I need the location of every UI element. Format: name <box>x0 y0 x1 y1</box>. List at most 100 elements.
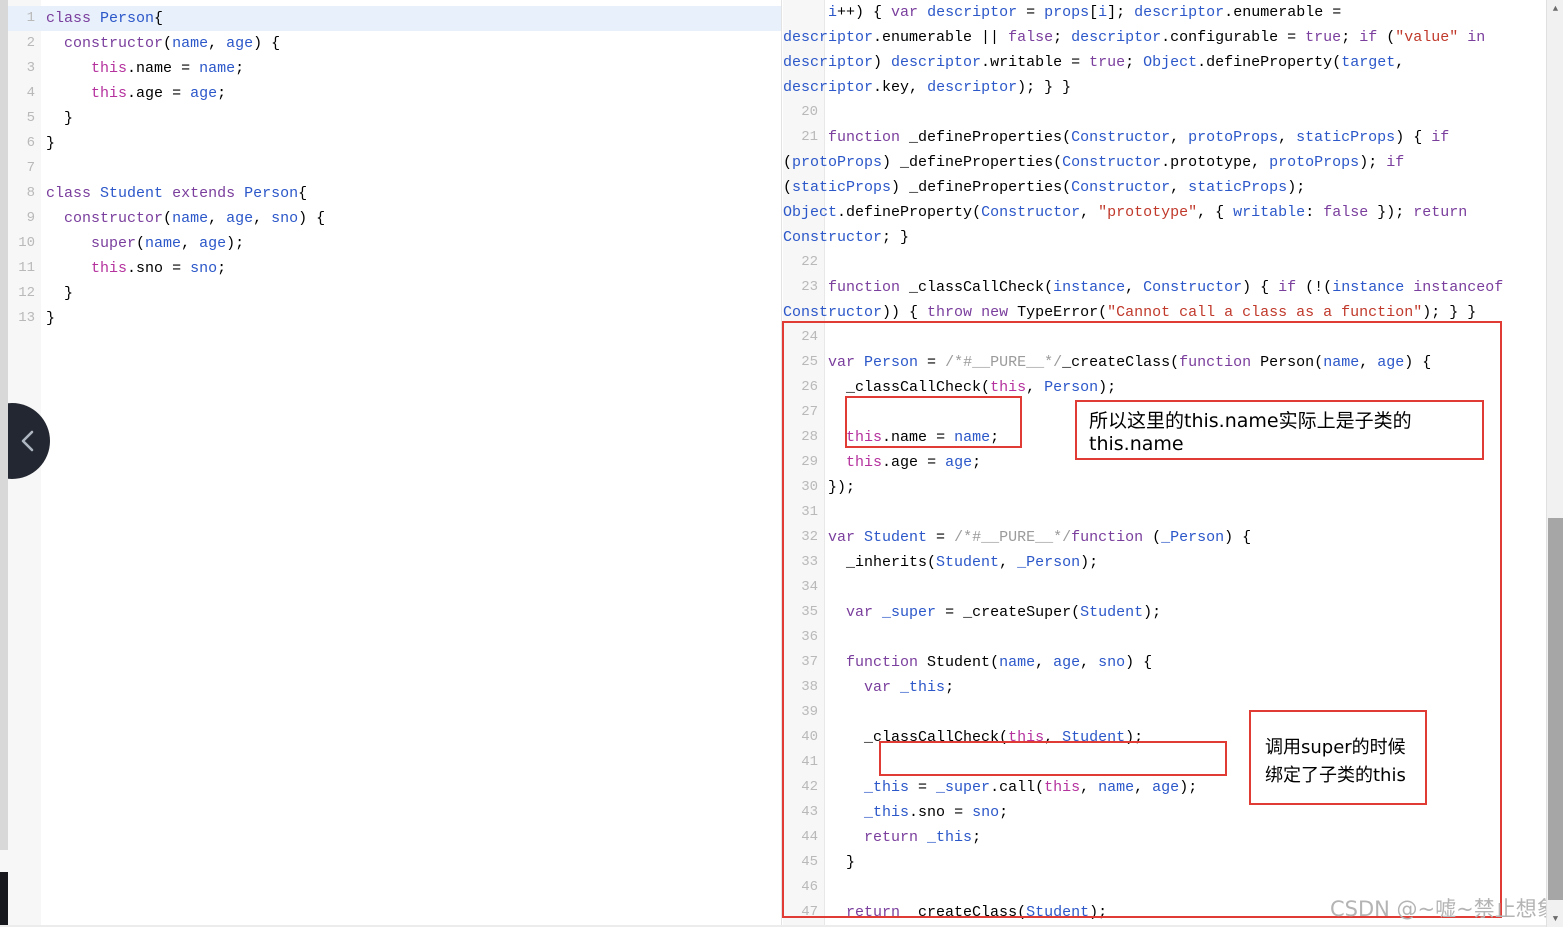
line-number: 32 <box>801 529 818 545</box>
line-number: 22 <box>801 254 818 270</box>
line-text <box>828 879 845 896</box>
line-number: 43 <box>801 804 818 820</box>
code-line[interactable]: 21 function _defineProperties(Constructor… <box>783 125 1530 250</box>
code-line[interactable]: 38 var _this; <box>783 675 1530 700</box>
line-text: } <box>46 285 74 302</box>
line-number: 11 <box>18 260 35 276</box>
line-number: 20 <box>801 104 818 120</box>
left-edge-dark-strip <box>0 872 8 927</box>
line-text: var _this; <box>864 679 955 696</box>
code-line[interactable]: 5 } <box>8 106 781 131</box>
line-text: function Student(name, age, sno) { <box>846 654 1153 671</box>
line-text <box>828 629 845 646</box>
line-text: }); <box>828 479 856 496</box>
line-text <box>828 254 845 271</box>
line-number: 34 <box>801 579 818 595</box>
csdn-watermark: CSDN @~嘘~禁止想象~ <box>1330 897 1563 921</box>
line-number: 7 <box>26 160 35 176</box>
right-scrollbar-thumb[interactable] <box>1548 518 1563 900</box>
code-line[interactable]: 33 _inherits(Student, _Person); <box>783 550 1530 575</box>
annotation-note-super-binding: 调用super的时候 绑定了子类的this <box>1249 710 1427 805</box>
code-line[interactable]: 9 constructor(name, age, sno) { <box>8 206 781 231</box>
line-number: 47 <box>801 904 818 920</box>
line-number: 23 <box>801 279 818 295</box>
line-text: _this.sno = sno; <box>864 804 1009 821</box>
right-scrollbar[interactable]: ▲ ▼ <box>1546 0 1563 927</box>
line-number: 12 <box>18 285 35 301</box>
code-line[interactable]: 20 <box>783 100 1530 125</box>
line-number: 13 <box>18 310 35 326</box>
code-line[interactable]: 11 this.sno = sno; <box>8 256 781 281</box>
code-line[interactable]: 34 <box>783 575 1530 600</box>
code-line[interactable]: 1 class Person{ <box>8 6 781 31</box>
code-line[interactable]: i++) { var descriptor = props[i]; descri… <box>783 0 1530 100</box>
line-number: 33 <box>801 554 818 570</box>
line-text <box>828 579 845 596</box>
code-line[interactable]: 45 } <box>783 850 1530 875</box>
code-line[interactable]: 7 <box>8 156 781 181</box>
code-line[interactable]: 36 <box>783 625 1530 650</box>
line-number: 26 <box>801 379 818 395</box>
line-text <box>828 754 845 771</box>
line-number: 37 <box>801 654 818 670</box>
line-number: 2 <box>26 35 35 51</box>
line-number: 40 <box>801 729 818 745</box>
code-line[interactable]: 8 class Student extends Person{ <box>8 181 781 206</box>
line-number: 36 <box>801 629 818 645</box>
source-es6-editor[interactable]: 1 class Person{2 constructor(name, age) {… <box>8 0 782 927</box>
line-text <box>828 104 845 121</box>
code-line[interactable]: 24 <box>783 325 1530 350</box>
code-line[interactable]: 44 return _this; <box>783 825 1530 850</box>
left-code-lines[interactable]: 1 class Person{2 constructor(name, age) {… <box>8 6 781 331</box>
line-text: } <box>46 110 74 127</box>
code-line[interactable]: 35 var _super = _createSuper(Student); <box>783 600 1530 625</box>
line-text: return _createClass(Student); <box>846 904 1108 921</box>
line-number: 21 <box>801 129 818 145</box>
line-text: class Student extends Person{ <box>46 185 308 202</box>
line-number: 28 <box>801 429 818 445</box>
line-text: constructor(name, age) { <box>64 35 281 52</box>
collapse-panel-button[interactable] <box>8 403 50 479</box>
code-line[interactable]: 22 <box>783 250 1530 275</box>
code-line[interactable]: 13} <box>8 306 781 331</box>
line-text <box>828 404 845 421</box>
code-line[interactable]: 25 var Person = /*#__PURE__*/_createClass… <box>783 350 1530 375</box>
line-text: constructor(name, age, sno) { <box>64 210 326 227</box>
line-number: 45 <box>801 854 818 870</box>
line-text: var _super = _createSuper(Student); <box>846 604 1162 621</box>
code-line[interactable]: 32 var Student = /*#__PURE__*/function (_… <box>783 525 1530 550</box>
code-line[interactable]: 30}); <box>783 475 1530 500</box>
line-number: 25 <box>801 354 818 370</box>
line-number: 44 <box>801 829 818 845</box>
line-number: 39 <box>801 704 818 720</box>
line-text: var Person = /*#__PURE__*/_createClass(f… <box>828 354 1432 371</box>
annotation-note-this-name: 所以这里的this.name实际上是子类的this.name <box>1075 400 1484 460</box>
code-line[interactable]: 4 this.age = age; <box>8 81 781 106</box>
code-line[interactable]: 10 super(name, age); <box>8 231 781 256</box>
line-text: this.age = age; <box>91 85 227 102</box>
code-line[interactable]: 6} <box>8 131 781 156</box>
line-text: super(name, age); <box>91 235 245 252</box>
line-text: this.name = name; <box>846 429 1000 446</box>
code-line[interactable]: 2 constructor(name, age) { <box>8 31 781 56</box>
code-line[interactable]: 12 } <box>8 281 781 306</box>
line-text: _inherits(Student, _Person); <box>846 554 1099 571</box>
left-edge-scrollbar-thumb[interactable] <box>0 0 8 850</box>
code-line[interactable]: 26 _classCallCheck(this, Person); <box>783 375 1530 400</box>
annotation-line-1: 调用super的时候 <box>1265 737 1406 758</box>
line-number: 35 <box>801 604 818 620</box>
left-edge-scrollbar[interactable] <box>0 0 8 927</box>
code-line[interactable]: 23 function _classCallCheck(instance, Con… <box>783 275 1530 325</box>
code-line[interactable]: 3 this.name = name; <box>8 56 781 81</box>
scroll-up-arrow-icon[interactable]: ▲ <box>1547 0 1563 17</box>
code-line[interactable]: 37 function Student(name, age, sno) { <box>783 650 1530 675</box>
scroll-down-arrow-icon[interactable]: ▼ <box>1547 910 1563 927</box>
line-text: this.name = name; <box>91 60 245 77</box>
annotation-note-this-name-text: 所以这里的this.name实际上是子类的this.name <box>1089 409 1412 455</box>
line-text: } <box>46 135 56 152</box>
line-number: 3 <box>26 60 35 76</box>
line-text: _classCallCheck(this, Student); <box>864 729 1144 746</box>
line-number: 6 <box>26 135 35 151</box>
code-line[interactable]: 31 <box>783 500 1530 525</box>
line-text: this.age = age; <box>846 454 982 471</box>
